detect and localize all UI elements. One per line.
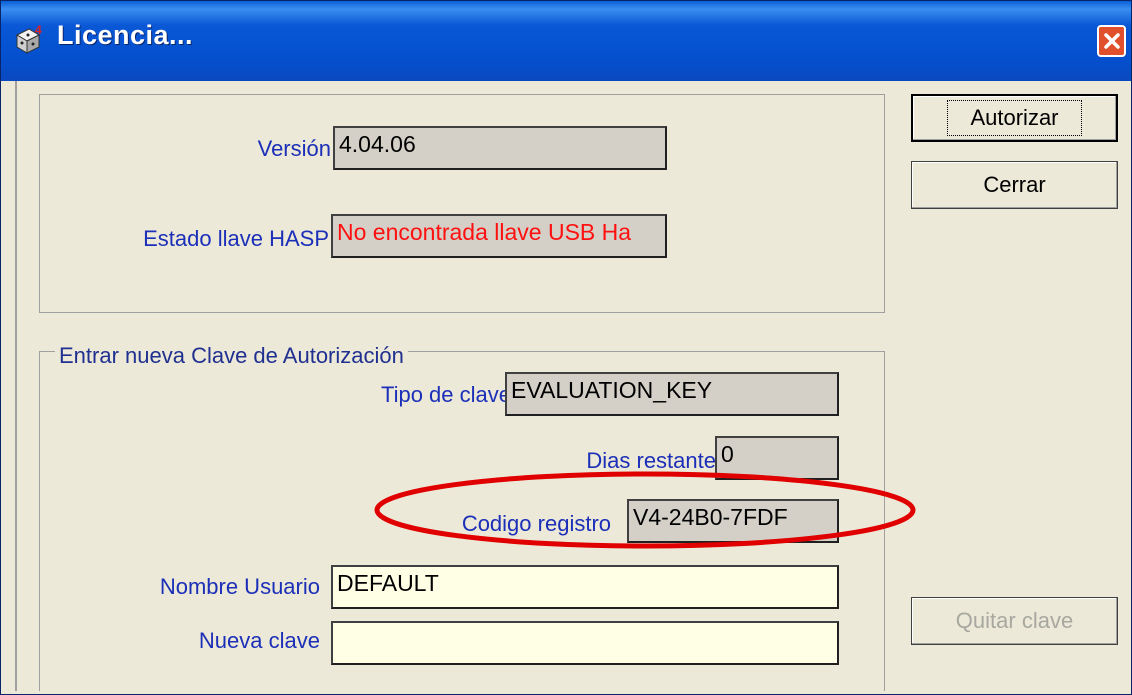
authorize-button-label: Autorizar <box>947 100 1082 136</box>
key-type-label: Tipo de clave <box>380 382 511 407</box>
close-dialog-button[interactable]: Cerrar <box>911 161 1118 209</box>
license-dialog: 4 Licencia... Versión 4.04.06 Estado lla… <box>0 0 1132 695</box>
application-dice-icon: 4 <box>15 23 42 54</box>
new-key-label: Nueva clave <box>198 628 320 653</box>
window-title: Licencia... <box>57 20 194 50</box>
hasp-status-label: Estado llave HASP <box>143 226 329 251</box>
hasp-status-field: No encontrada llave USB Ha <box>331 214 667 258</box>
days-remaining-field: 0 <box>715 436 839 480</box>
title-bar[interactable]: 4 Licencia... <box>1 1 1131 81</box>
license-panel: Versión 4.04.06 Estado llave HASP No enc… <box>15 81 891 691</box>
registration-code-field: V4-24B0-7FDF <box>627 499 839 543</box>
days-remaining-label: Dias restantes <box>586 448 727 473</box>
user-name-input[interactable]: DEFAULT <box>331 565 839 609</box>
close-icon <box>1103 33 1120 49</box>
authorization-group-legend: Entrar nueva Clave de Autorización <box>55 343 408 369</box>
new-key-input[interactable] <box>331 621 839 665</box>
svg-text:4: 4 <box>35 23 42 37</box>
key-type-field: EVALUATION_KEY <box>505 372 839 416</box>
remove-key-button[interactable]: Quitar clave <box>911 597 1118 645</box>
user-name-label: Nombre Usuario <box>159 574 320 599</box>
registration-code-label: Codigo registro <box>461 511 611 536</box>
authorize-button[interactable]: Autorizar <box>911 94 1118 142</box>
version-label: Versión <box>257 136 331 161</box>
close-button[interactable] <box>1097 25 1126 57</box>
version-field: 4.04.06 <box>333 126 667 170</box>
dialog-body: Versión 4.04.06 Estado llave HASP No enc… <box>1 81 1131 694</box>
